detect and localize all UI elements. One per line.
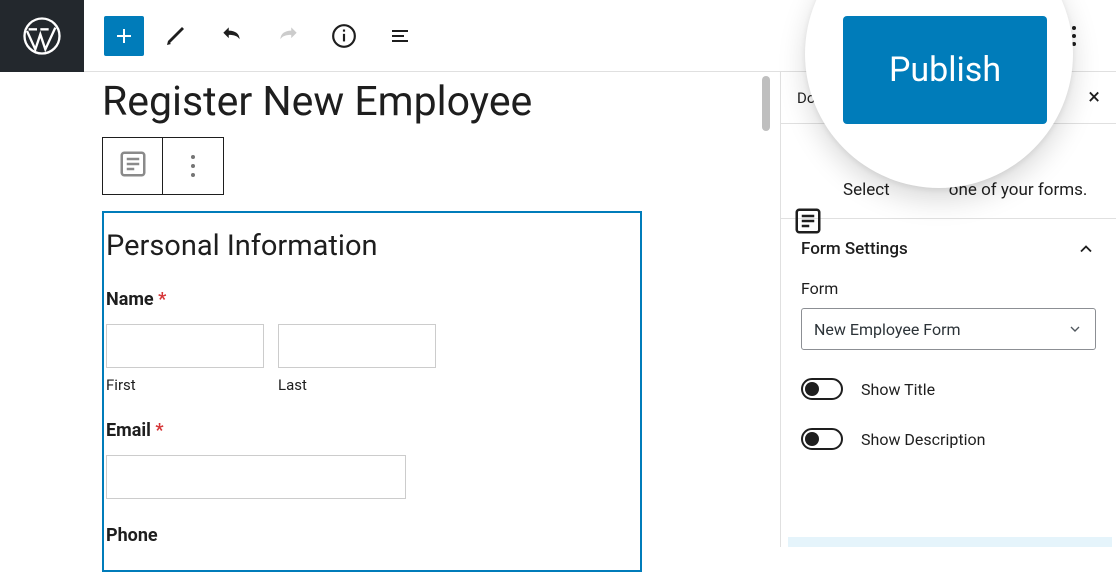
form-settings-panel-toggle[interactable]: Form Settings: [781, 219, 1116, 279]
list-icon: [388, 24, 412, 48]
form-settings-panel: Form New Employee Form Show Title Show D…: [781, 279, 1116, 470]
show-title-label: Show Title: [861, 380, 935, 399]
email-input[interactable]: [106, 455, 406, 499]
phone-label: Phone: [106, 525, 638, 546]
publish-button[interactable]: Publish: [843, 16, 1047, 124]
email-label: Email *: [106, 420, 638, 441]
name-label: Name *: [106, 289, 638, 310]
chevron-up-icon: [1076, 239, 1096, 259]
last-name-sublabel: Last: [278, 376, 436, 394]
more-icon: [191, 155, 195, 177]
add-block-button[interactable]: [104, 16, 144, 56]
email-field: Email *: [104, 420, 640, 499]
phone-field: Phone: [104, 525, 640, 546]
panel-title: Form Settings: [801, 239, 908, 259]
page-title[interactable]: Register New Employee: [102, 80, 760, 125]
more-icon: [1072, 26, 1076, 46]
info-icon: [331, 23, 357, 49]
form-section-heading: Personal Information: [104, 229, 640, 263]
sidebar-highlight-strip: [788, 537, 1112, 547]
form-block[interactable]: Personal Information Name * First Last: [102, 211, 642, 572]
undo-button[interactable]: [208, 12, 256, 60]
wordpress-logo[interactable]: [0, 0, 84, 72]
required-mark: *: [155, 420, 163, 441]
show-description-row: Show Description: [801, 428, 1096, 450]
form-select[interactable]: New Employee Form: [801, 308, 1096, 350]
show-title-toggle[interactable]: [801, 378, 843, 400]
form-select-value: New Employee Form: [814, 320, 961, 339]
publish-label: Publish: [889, 50, 1001, 90]
plus-icon: [112, 24, 136, 48]
form-icon: [793, 206, 823, 241]
required-mark: *: [158, 289, 166, 310]
show-description-toggle[interactable]: [801, 428, 843, 450]
name-field: Name * First Last: [104, 289, 640, 394]
block-options-button[interactable]: [163, 138, 223, 194]
pencil-icon: [164, 24, 188, 48]
show-description-label: Show Description: [861, 430, 985, 449]
undo-icon: [219, 23, 245, 49]
form-icon: [118, 149, 148, 183]
wordpress-icon: [22, 16, 62, 56]
scrollbar-thumb[interactable]: [762, 76, 770, 131]
block-toolbar: [102, 137, 224, 195]
redo-button[interactable]: [264, 12, 312, 60]
chevron-down-icon: [1067, 321, 1083, 337]
redo-icon: [275, 23, 301, 49]
editor-canvas: Register New Employee Personal Informati…: [0, 72, 780, 547]
info-button[interactable]: [320, 12, 368, 60]
block-type-button[interactable]: [103, 138, 163, 194]
form-select-label: Form: [801, 279, 1096, 298]
last-name-input[interactable]: [278, 324, 436, 368]
show-title-row: Show Title: [801, 378, 1096, 400]
first-name-sublabel: First: [106, 376, 264, 394]
first-name-input[interactable]: [106, 324, 264, 368]
close-sidebar-button[interactable]: ×: [1088, 85, 1100, 110]
toolbar-left: [104, 12, 424, 60]
outline-button[interactable]: [376, 12, 424, 60]
edit-mode-button[interactable]: [152, 12, 200, 60]
